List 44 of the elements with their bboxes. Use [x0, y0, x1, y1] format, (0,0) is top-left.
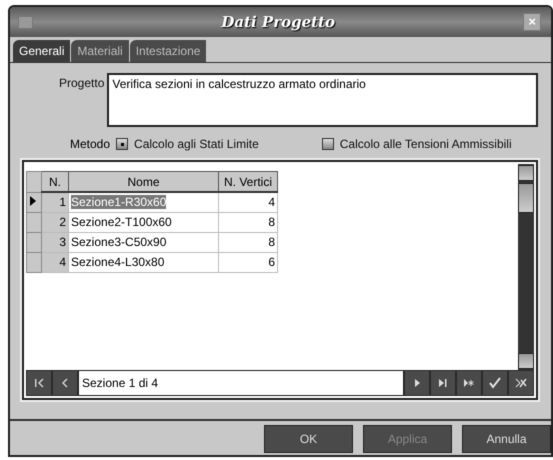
window-title: Dati Progetto	[220, 13, 336, 31]
insert-icon	[463, 377, 475, 389]
check-button[interactable]	[482, 370, 508, 396]
table-cell: Sezione1-R30x60	[68, 192, 218, 212]
option-checkbox[interactable]	[116, 138, 128, 150]
prev-button[interactable]	[52, 370, 78, 396]
dialog-button[interactable]: Annulla	[462, 425, 551, 453]
table-cell: Sezione2-T100x60	[68, 212, 218, 232]
table-cell: Sezione3-C50x90	[68, 232, 218, 252]
row-indicator[interactable]	[26, 192, 42, 212]
dialog-button[interactable]: OK	[264, 425, 353, 453]
scrollbar[interactable]	[518, 164, 534, 370]
first-button[interactable]	[26, 370, 52, 396]
project-field[interactable]: Verifica sezioni in calcestruzzo armato ordinario	[107, 73, 538, 127]
option-checkbox[interactable]	[322, 138, 334, 150]
table-cell: 4	[218, 192, 278, 212]
header-corner	[26, 172, 42, 192]
table-cell: 3	[42, 232, 68, 252]
table-cell: 1	[42, 192, 68, 212]
project-label: Progetto	[59, 75, 104, 90]
table-cell: 4	[42, 252, 68, 272]
column-header[interactable]: Nome	[68, 172, 218, 192]
method-label: Metodo	[70, 137, 110, 151]
table-cell: 8	[218, 212, 278, 232]
last-icon	[437, 377, 449, 389]
table-cell: Sezione4-L30x80	[68, 252, 218, 272]
option-label: Calcolo alle Tensioni Ammissibili	[340, 137, 512, 151]
record-status: Sezione 1 di 4	[78, 370, 404, 396]
option-label: Calcolo agli Stati Limite	[134, 137, 259, 151]
check-icon	[489, 377, 501, 389]
table-cell: 6	[218, 252, 278, 272]
insert-button[interactable]	[456, 370, 482, 396]
cancel-icon	[515, 377, 527, 389]
table-cell: 8	[218, 232, 278, 252]
tab[interactable]: Intestazione	[130, 40, 206, 62]
cancel-button[interactable]	[508, 370, 534, 396]
first-icon	[33, 377, 45, 389]
column-header[interactable]: N.	[42, 172, 68, 192]
tab[interactable]: Generali	[13, 40, 70, 62]
next-button[interactable]	[404, 370, 430, 396]
tab[interactable]: Materiali	[71, 40, 129, 62]
column-header[interactable]: N. Vertici	[218, 172, 278, 192]
table-cell: 2	[42, 212, 68, 232]
last-button[interactable]	[430, 370, 456, 396]
